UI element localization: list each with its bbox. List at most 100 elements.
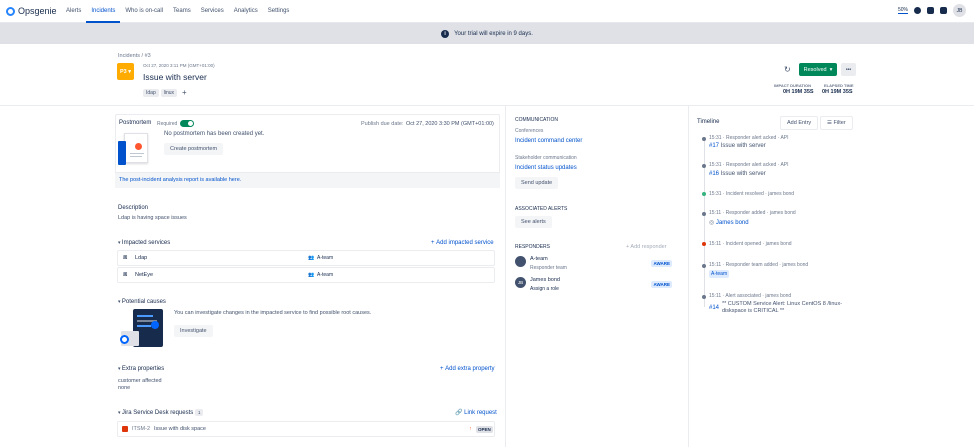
chevron-down-icon: ▾: [829, 66, 833, 73]
more-actions-button[interactable]: •••: [841, 63, 856, 76]
tl-text: Incident opened: [725, 241, 762, 247]
publish-due-date: Oct 27, 2020 3:30 PM (GMT+01:00): [406, 121, 494, 127]
tl-by: james bond: [765, 241, 792, 247]
see-alerts-button[interactable]: See alerts: [515, 216, 552, 228]
nav-incidents[interactable]: Incidents: [86, 0, 121, 23]
opsgenie-logo-icon: [6, 6, 15, 16]
responder-name: A-team: [530, 256, 548, 262]
team-icon: 👥: [308, 255, 315, 261]
investigate-button[interactable]: Investigate: [174, 325, 213, 337]
add-extra-property-label: Add extra property: [445, 366, 495, 372]
service-name: NetEye: [135, 272, 154, 278]
jira-requests-label: Jira Service Desk requests: [121, 410, 194, 416]
tl-time: 15:31: [709, 162, 722, 168]
incident-command-center-link[interactable]: Incident command center: [515, 138, 582, 144]
nav-who-is-on-call[interactable]: Who is on-call: [120, 0, 168, 23]
add-extra-property-link[interactable]: + Add extra property: [440, 366, 495, 372]
settings-icon[interactable]: [940, 7, 947, 14]
tl-by: james bond: [769, 210, 796, 216]
responder-status-badge: AWARE: [651, 260, 672, 267]
add-tag-button[interactable]: +: [182, 88, 187, 97]
timeline-entry: 15:11 · Responder team added · james bon…: [709, 262, 809, 268]
tl-by: james bond: [768, 191, 795, 197]
nav-services[interactable]: Services: [196, 0, 229, 23]
tl-time: 15:11: [709, 210, 722, 216]
user-avatar[interactable]: JB: [953, 4, 966, 17]
extra-properties-title: ▾ Extra properties: [118, 366, 164, 372]
help-icon[interactable]: [914, 7, 921, 14]
nav-teams[interactable]: Teams: [168, 0, 196, 23]
column-divider: [505, 106, 506, 447]
tag-linux[interactable]: linux: [160, 88, 178, 97]
top-navigation: Opsgenie Alerts Incidents Who is on-call…: [0, 0, 974, 23]
assign-role-link[interactable]: Assign a role: [530, 286, 559, 292]
required-label: Required: [157, 121, 178, 127]
user-avatar: JB: [515, 277, 526, 288]
incident-status-updates-link[interactable]: Incident status updates: [515, 165, 577, 171]
breadcrumb-id: #3: [144, 53, 151, 59]
trial-message: Your trial will expire in 9 days.: [454, 30, 533, 37]
tl-by: james bond: [765, 293, 792, 299]
description-title: Description: [118, 205, 149, 211]
tl-time: 15:31: [709, 135, 722, 141]
add-impacted-service-link[interactable]: + Add impacted service: [431, 240, 494, 246]
timeline-dot: [702, 264, 706, 268]
tl-text: Responder added: [725, 210, 766, 216]
timeline-entry: 15:11 · Responder added · james bond: [709, 210, 796, 216]
timeline-line: [704, 137, 705, 307]
nav-analytics[interactable]: Analytics: [229, 0, 263, 23]
jira-count-badge: 1: [194, 409, 204, 416]
timeline-dot: [702, 192, 706, 196]
post-incident-report-link[interactable]: The post-incident analysis report is ava…: [119, 177, 241, 183]
link-request-label: Link request: [464, 410, 497, 416]
responder-link[interactable]: James bond: [716, 220, 749, 226]
filter-button: ☰ Filter: [820, 116, 853, 130]
trial-progress[interactable]: 50%: [897, 7, 908, 14]
column-divider: [688, 106, 689, 447]
tl-desc: Issue with server: [720, 171, 766, 177]
refresh-icon[interactable]: ↻: [784, 65, 791, 74]
add-impacted-service-label: Add impacted service: [436, 240, 494, 246]
elapsed-time-label: ELAPSED TIME: [824, 83, 854, 88]
alert-link[interactable]: #14: [709, 305, 719, 311]
impacted-service-row[interactable]: ⧈ Ldap 👥 A-team: [117, 250, 495, 266]
extra-property-value: none: [118, 385, 131, 391]
opsgenie-logo[interactable]: Opsgenie: [6, 6, 57, 16]
alert-link[interactable]: #16: [709, 171, 719, 177]
potential-causes-text: You can investigate changes in the impac…: [174, 310, 372, 316]
send-update-button[interactable]: Send update: [515, 177, 559, 189]
nav-settings[interactable]: Settings: [263, 0, 295, 23]
create-postmortem-button[interactable]: Create postmortem: [164, 143, 224, 155]
responder-item: JB James bond Assign a role AWARE: [515, 277, 672, 295]
tl-text: Incident resolved: [725, 191, 764, 197]
add-entry-button[interactable]: Add Entry: [780, 116, 819, 130]
timeline-entry: 15:31 · Responder alert acked · API: [709, 135, 789, 141]
notes-icon[interactable]: [927, 7, 934, 14]
service-icon: ⧈: [123, 271, 128, 278]
status-dropdown[interactable]: Resolved ▾: [799, 63, 837, 76]
no-postmortem-text: No postmortem has been created yet.: [164, 131, 265, 137]
team-tag[interactable]: A-team: [709, 270, 730, 278]
user-icon: ◎: [709, 220, 716, 226]
postmortem-title: Postmortem: [119, 120, 152, 126]
jira-ticket-row[interactable]: ITSM-2 Issue with disk space ↑ OPEN: [117, 421, 495, 437]
tl-desc: Issue with server: [720, 143, 766, 149]
jira-ticket-status: OPEN: [476, 425, 493, 433]
alert-link[interactable]: #17: [709, 143, 719, 149]
service-team: A-team: [317, 255, 334, 261]
nav-alerts[interactable]: Alerts: [61, 0, 86, 23]
impact-duration-value: 0H 19M 35S: [783, 89, 814, 95]
required-toggle[interactable]: [180, 120, 194, 127]
tl-desc: ** CUSTOM Service Alert: Linux CentOS 8 …: [722, 301, 843, 314]
breadcrumb: Incidents / #3: [118, 53, 151, 59]
link-request-link[interactable]: 🔗 Link request: [455, 409, 497, 416]
breadcrumb-incidents[interactable]: Incidents: [118, 53, 140, 59]
impacted-service-row[interactable]: ⧈ NetEye 👥 A-team: [117, 267, 495, 283]
tag-ldap[interactable]: Idap: [143, 88, 159, 97]
tl-time: 15:31: [709, 191, 722, 197]
priority-arrow-icon: ↑: [469, 426, 472, 432]
add-responder-link[interactable]: + Add responder: [626, 244, 667, 250]
priority-badge[interactable]: P3 ▾: [117, 63, 134, 80]
potential-causes-label: Potential causes: [121, 299, 166, 305]
responders-title: RESPONDERS: [515, 244, 551, 250]
